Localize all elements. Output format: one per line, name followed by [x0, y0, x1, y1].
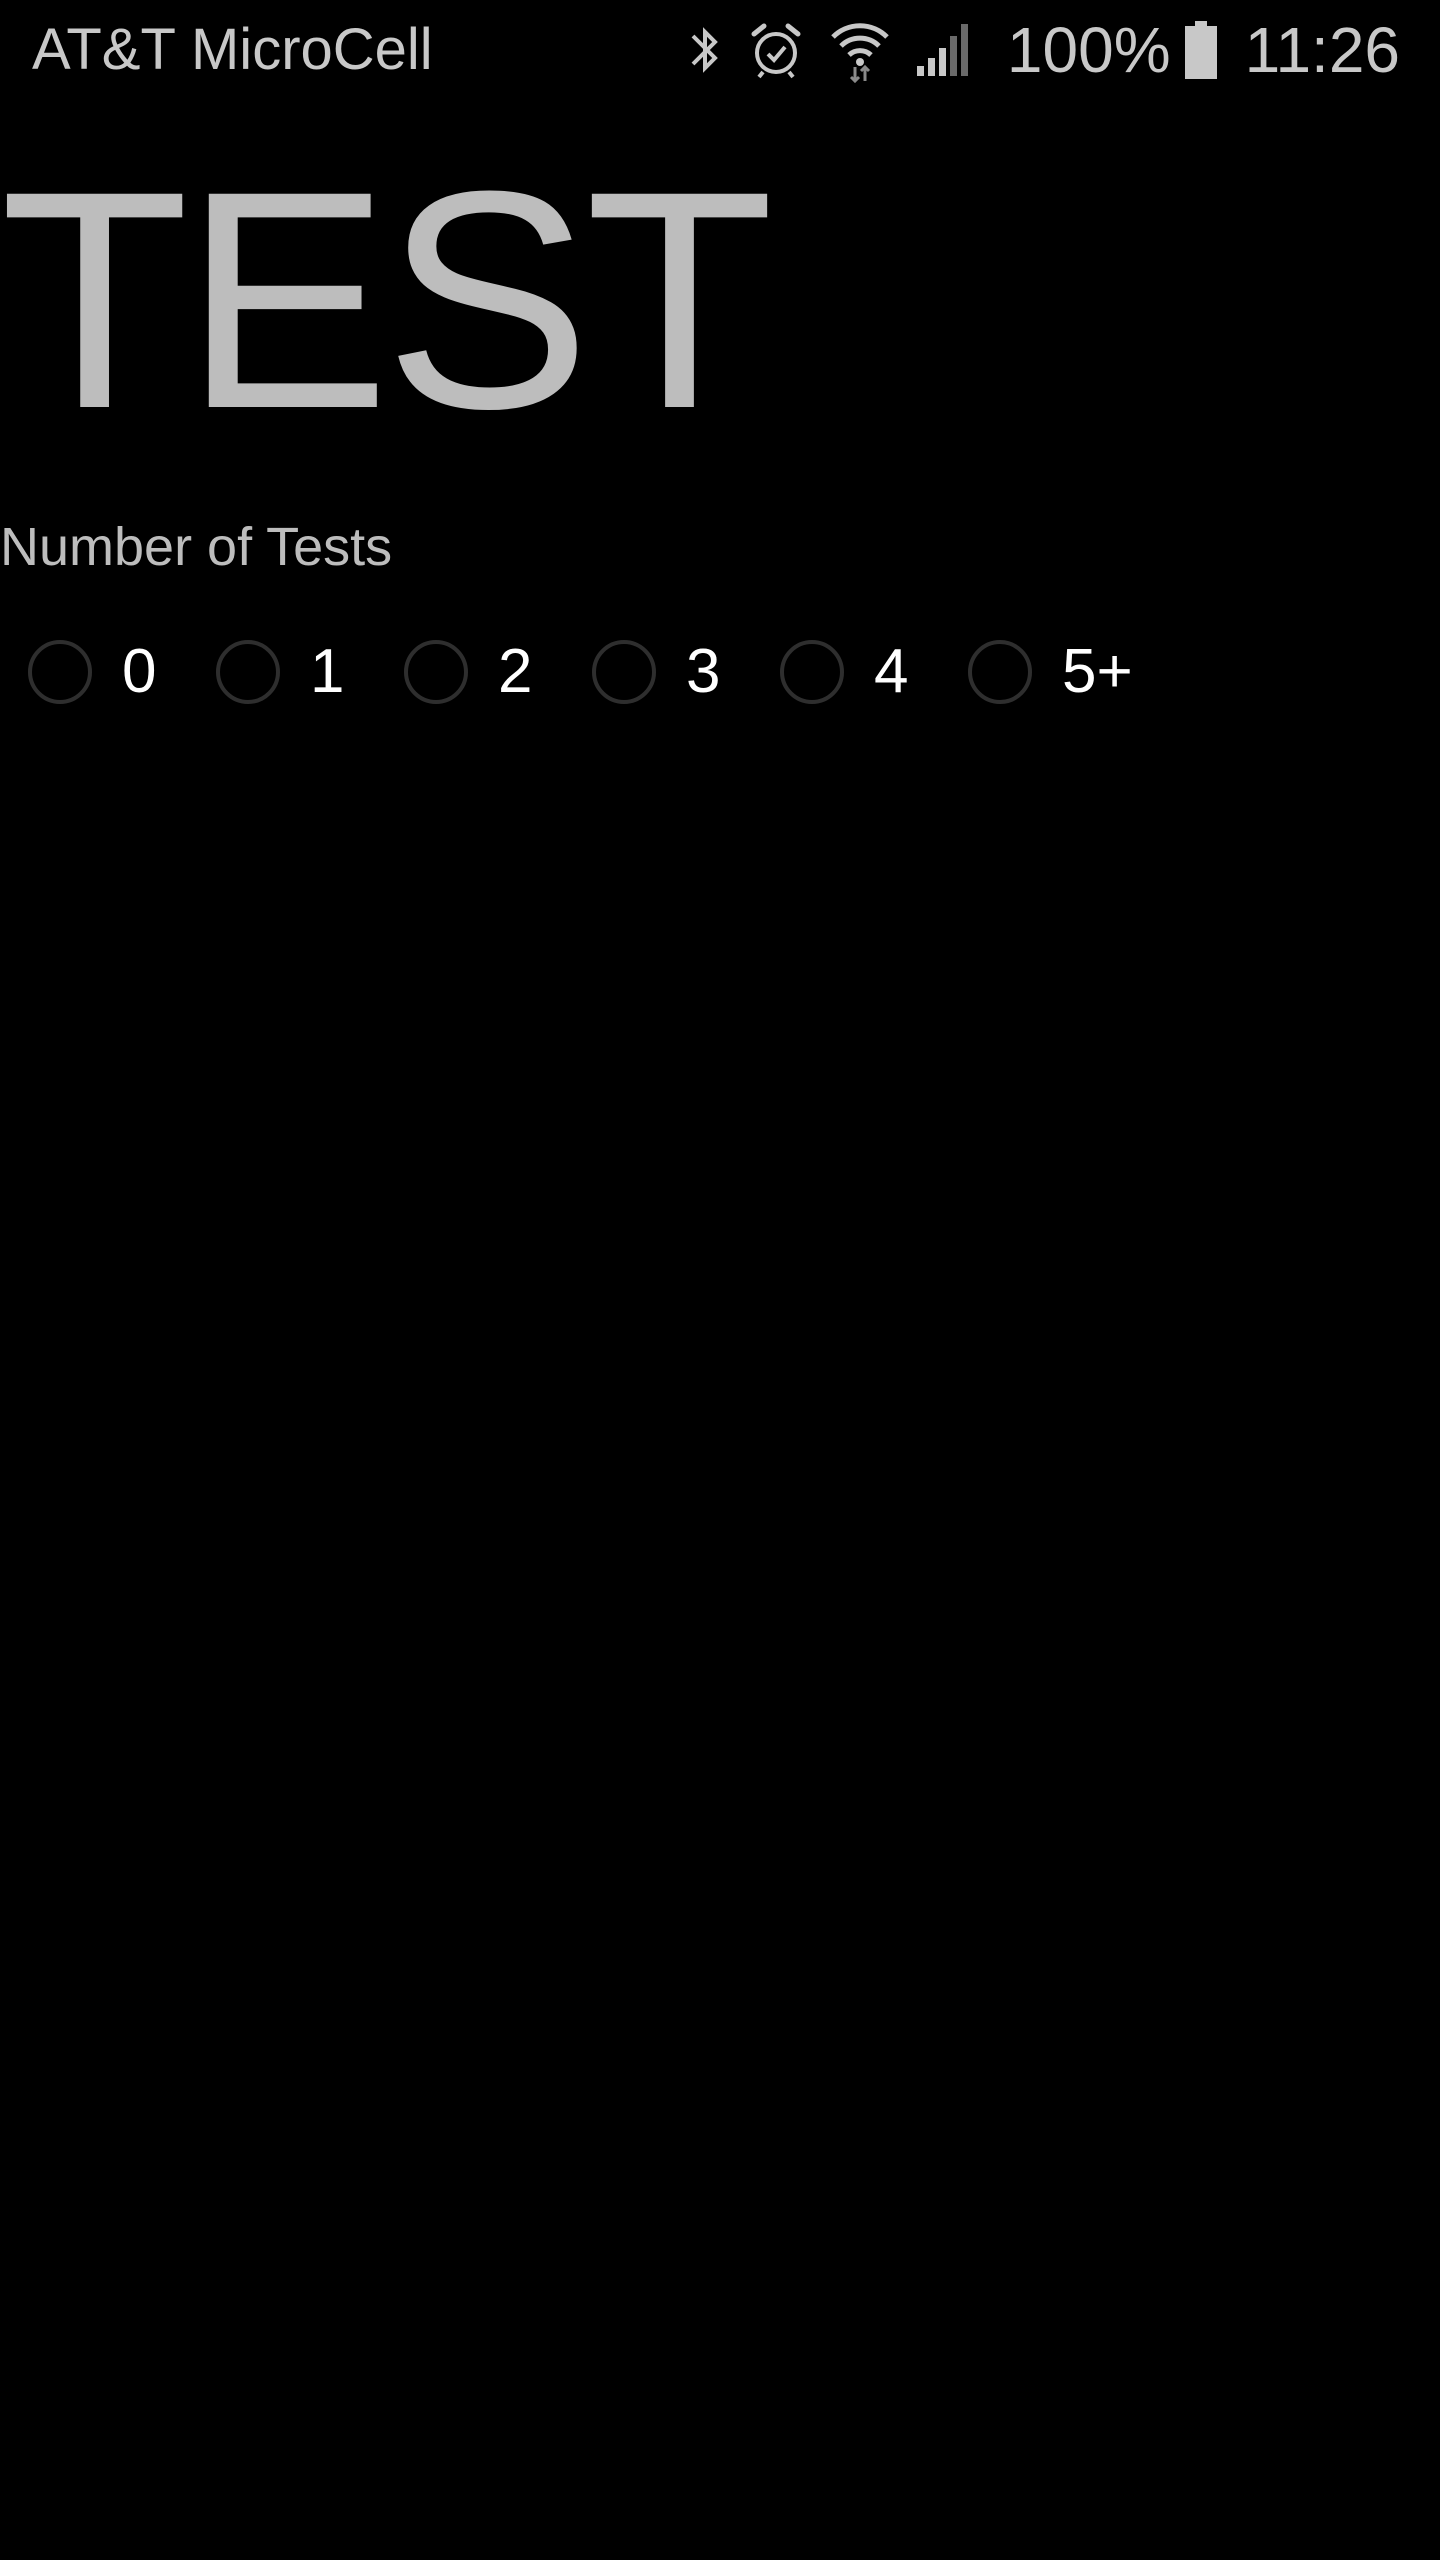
wifi-icon	[829, 14, 891, 86]
radio-option-5-plus[interactable]: 5+	[968, 636, 1156, 708]
radio-label: 3	[686, 637, 721, 706]
battery-percent: 100%	[1006, 14, 1171, 86]
radio-label: 2	[498, 637, 533, 706]
carrier-name: AT&T MicroCell	[32, 17, 433, 82]
radio-button[interactable]	[780, 640, 844, 704]
radio-label: 0	[122, 637, 157, 706]
radio-option-2[interactable]: 2	[404, 636, 592, 708]
radio-option-1[interactable]: 1	[216, 636, 404, 708]
cell-signal-icon	[915, 14, 971, 86]
radio-button[interactable]	[28, 640, 92, 704]
question-label: Number of Tests	[0, 517, 393, 577]
radio-button[interactable]	[404, 640, 468, 704]
radio-label: 5+	[1062, 637, 1133, 706]
bluetooth-icon	[685, 14, 725, 86]
radio-button[interactable]	[592, 640, 656, 704]
number-of-tests-radio-group: 0 1 2 3 4 5+	[28, 636, 1156, 708]
page-title: TEST	[0, 126, 774, 473]
clock: 11:26	[1244, 14, 1400, 86]
radio-label: 4	[874, 637, 909, 706]
status-icons: 100% 11:26	[685, 14, 1400, 86]
radio-label: 1	[310, 637, 345, 706]
battery-icon	[1183, 14, 1219, 86]
radio-button[interactable]	[968, 640, 1032, 704]
alarm-icon	[749, 14, 803, 86]
status-bar: AT&T MicroCell 100% 11:26	[0, 0, 1440, 100]
radio-button[interactable]	[216, 640, 280, 704]
radio-option-3[interactable]: 3	[592, 636, 780, 708]
radio-option-4[interactable]: 4	[780, 636, 968, 708]
radio-option-0[interactable]: 0	[28, 636, 216, 708]
